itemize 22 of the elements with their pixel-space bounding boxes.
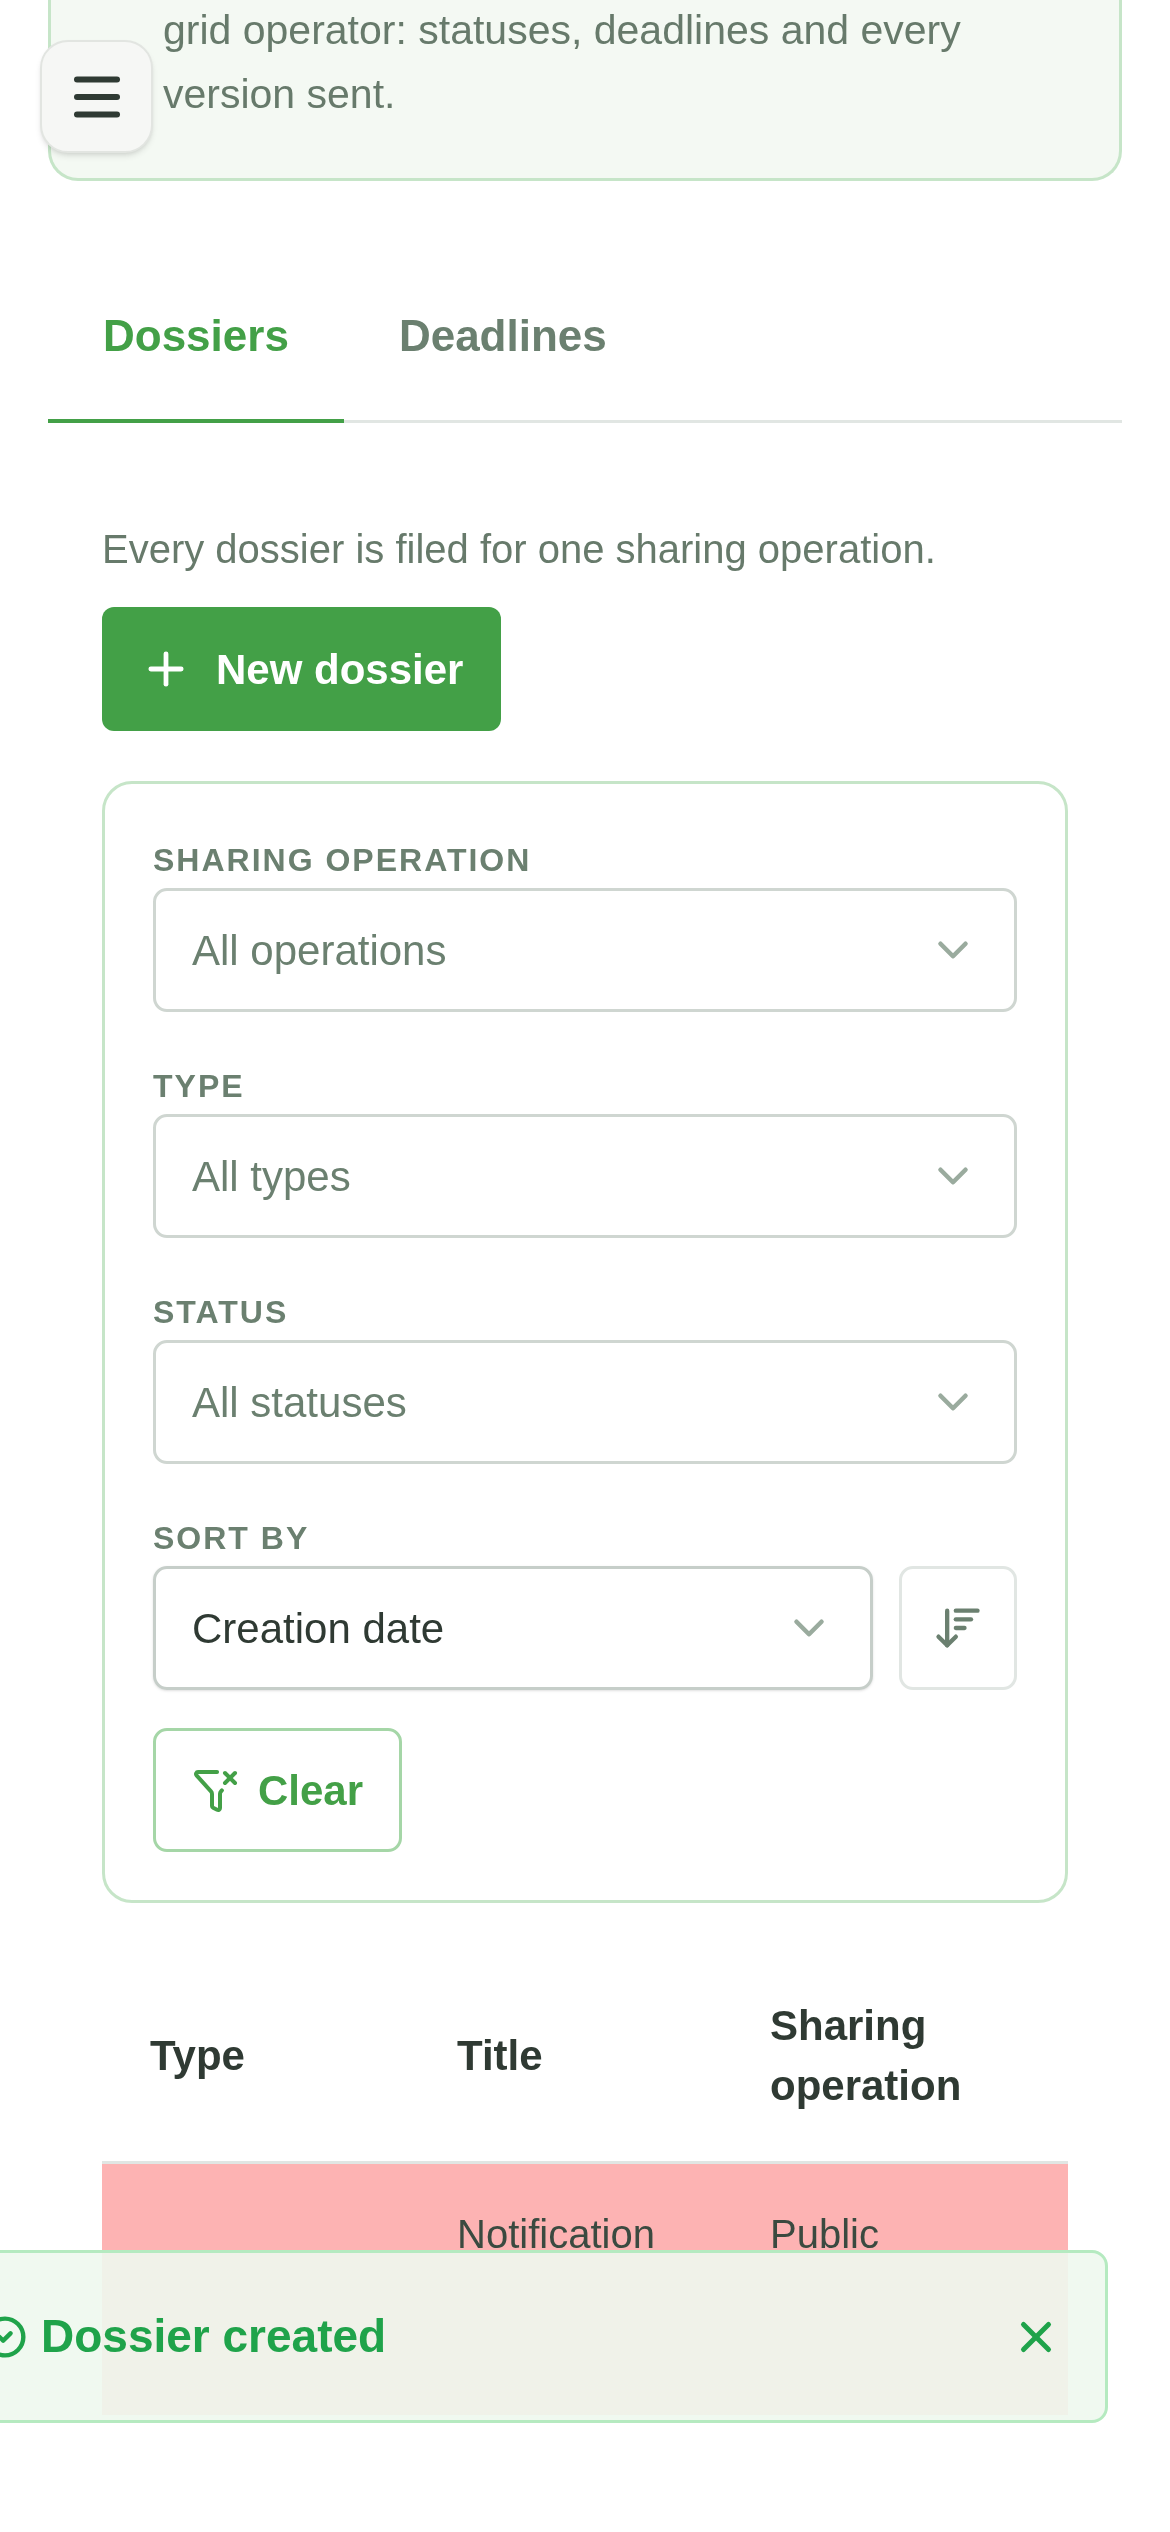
filter-label: SORT BY (153, 1519, 311, 1558)
filter-select[interactable]: All operations (153, 888, 1017, 1012)
sort-select[interactable]: Creation date (153, 1566, 873, 1690)
new-dossier-button[interactable]: New dossier (102, 607, 502, 731)
toast-message: Dossier created (41, 2309, 387, 2364)
filter-label: STATUS (153, 1293, 290, 1332)
column-header: Type (102, 1951, 457, 2163)
column-header: Sharing operation (770, 1951, 1068, 2163)
table-cell: Public (770, 2212, 879, 2256)
filter-label: SHARING OPERATION (153, 841, 533, 880)
column-header: Title (457, 1951, 770, 2163)
filter-select[interactable]: All statuses (153, 1340, 1017, 1464)
tab[interactable]: Deadlines (343, 293, 662, 423)
clear-button[interactable]: Clear (153, 1728, 403, 1852)
menu-button[interactable] (40, 40, 153, 153)
tab[interactable]: Dossiers (48, 293, 344, 423)
description-text: Every dossier is filed for one sharing operation. (102, 526, 937, 573)
filter-select[interactable]: All types (153, 1114, 1017, 1238)
table-cell: Notification (457, 2212, 655, 2256)
intro-text: grid operator: statuses, deadlines and every version sent. (162, 6, 962, 119)
filter-label: TYPE (153, 1067, 246, 1106)
sort-order-button[interactable] (899, 1566, 1017, 1690)
